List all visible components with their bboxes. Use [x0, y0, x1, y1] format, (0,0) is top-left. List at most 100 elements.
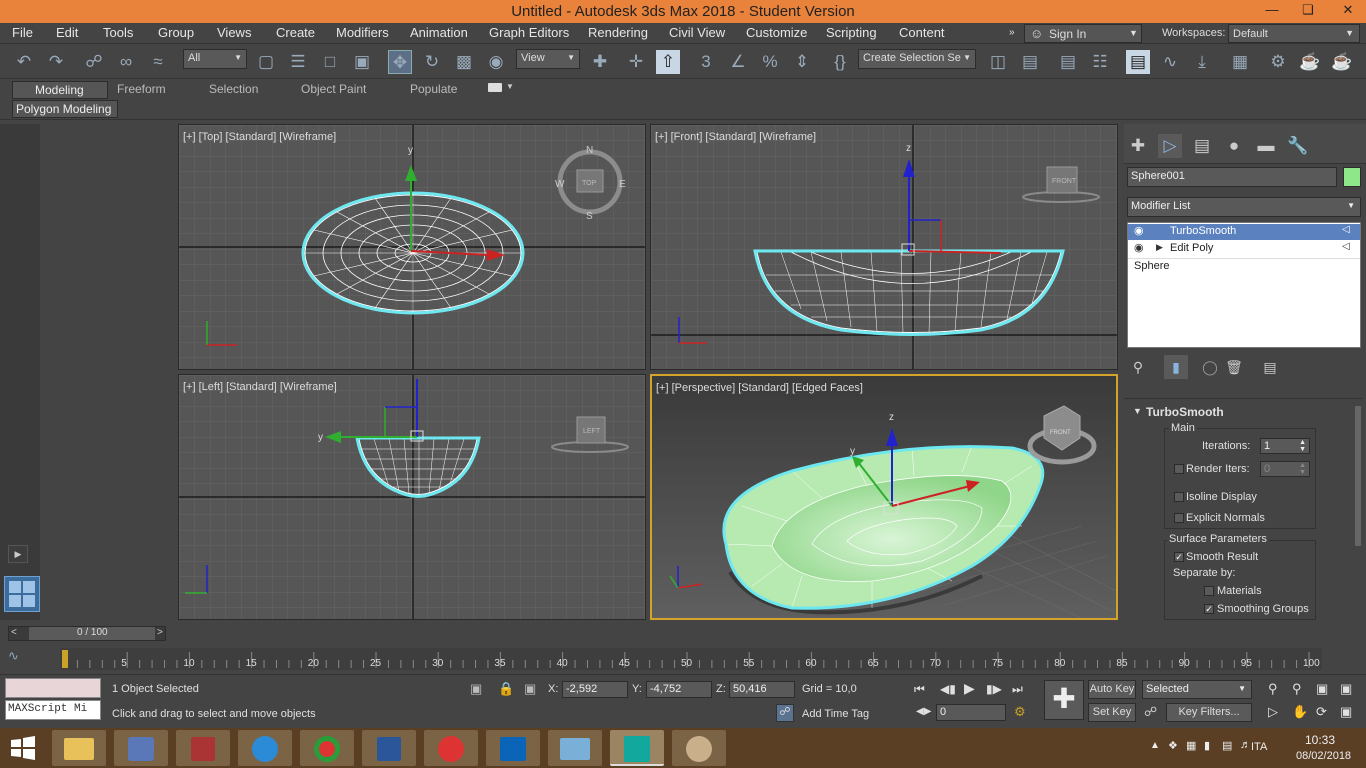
materials-checkbox[interactable] — [1204, 586, 1214, 596]
menu-animation[interactable]: Animation — [410, 25, 468, 40]
field-of-view-icon[interactable]: ▷ — [1268, 704, 1278, 720]
remove-modifier-icon[interactable]: 🗑 — [1222, 355, 1246, 379]
create-tab-icon[interactable]: ✚ — [1126, 134, 1150, 158]
workspaces-dropdown[interactable]: Default ▼ — [1228, 24, 1360, 43]
modifier-toggle-icon[interactable]: ◁ — [1342, 241, 1350, 252]
viewport-front[interactable]: z FRONT [+] [Front] [Standard] [Wirefram… — [650, 124, 1118, 370]
zoom-extents-all-icon[interactable]: ▣ — [1340, 681, 1352, 697]
select-object-icon[interactable]: ▢ — [254, 50, 278, 74]
tray-dropbox-icon[interactable]: ❖ — [1168, 739, 1178, 752]
viewport-front-label[interactable]: [+] [Front] [Standard] [Wireframe] — [655, 131, 816, 143]
menu-create[interactable]: Create — [276, 25, 315, 40]
mirror-icon[interactable]: ◫ — [986, 50, 1010, 74]
bind-spacewarp-icon[interactable]: ≈ — [146, 50, 170, 74]
taskbar-chrome-icon[interactable] — [300, 730, 354, 766]
zoom-icon[interactable]: ⚲ — [1268, 681, 1278, 697]
command-panel-scrollbar[interactable] — [1355, 406, 1361, 546]
z-coord-field[interactable]: 50,416 — [729, 681, 795, 698]
signin-button[interactable]: ☺ Sign In ▼ — [1024, 24, 1142, 43]
current-frame-field[interactable]: 0 — [936, 704, 1006, 721]
placement-icon[interactable]: ◉ — [484, 50, 508, 74]
show-end-result-icon[interactable]: ▮ — [1164, 355, 1188, 379]
maximize-viewport-icon[interactable]: ▣ — [1340, 704, 1352, 720]
trackbar[interactable]: 5 10 15 20 25 30 35 40 45 50 55 60 65 70 75 80 85 90 95 100 — [60, 648, 1322, 670]
pin-stack-icon[interactable]: ⚲ — [1126, 355, 1150, 379]
taskbar-photos-icon[interactable] — [548, 730, 602, 766]
display-tab-icon[interactable]: ▬ — [1254, 134, 1278, 158]
rect-region-icon[interactable]: □ — [318, 50, 342, 74]
tray-date[interactable]: 08/02/2018 — [1296, 750, 1351, 762]
redo-icon[interactable]: ↷ — [44, 50, 68, 74]
taskbar-power-icon[interactable] — [424, 730, 478, 766]
render-iters-checkbox[interactable] — [1174, 464, 1184, 474]
expand-arrow-icon[interactable]: ▶ — [1156, 242, 1163, 253]
play-icon[interactable]: ▶ — [8, 545, 28, 563]
modifier-toggle-icon[interactable]: ◁ — [1342, 224, 1350, 235]
make-unique-icon[interactable]: ◯ — [1198, 355, 1222, 379]
viewport-perspective[interactable]: z y FRONT [+] [Perspective] [Standard] [… — [650, 374, 1118, 620]
schematic-view-icon[interactable]: ⤓ — [1190, 50, 1214, 74]
window-crossing-icon[interactable]: ▣ — [350, 50, 374, 74]
viewport-left-label[interactable]: [+] [Left] [Standard] [Wireframe] — [183, 381, 337, 393]
time-slider-prev-icon[interactable]: < — [11, 627, 17, 638]
tab-freeform[interactable]: Freeform — [117, 82, 166, 96]
overflow-chevron-icon[interactable]: » — [1009, 27, 1015, 38]
taskbar-app-icon[interactable] — [114, 730, 168, 766]
absolute-mode-icon[interactable]: ▣ — [524, 681, 536, 697]
undo-icon[interactable]: ↶ — [12, 50, 36, 74]
windows-start-icon[interactable] — [8, 734, 38, 762]
viewport-layout-button[interactable] — [4, 576, 40, 612]
menu-edit[interactable]: Edit — [56, 25, 78, 40]
isoline-checkbox[interactable] — [1174, 492, 1184, 502]
collapse-arrow-icon[interactable]: ▼ — [1133, 406, 1142, 416]
iterations-spinner[interactable]: 1 ▲ ▼ — [1260, 438, 1310, 454]
time-config-icon[interactable]: ⚙ — [1014, 704, 1026, 720]
auto-key-button[interactable]: Auto Key — [1088, 680, 1136, 699]
configure-sets-icon[interactable]: ▤ — [1258, 355, 1282, 379]
isolate-selection-icon[interactable]: ▣ — [470, 681, 482, 697]
select-by-name-icon[interactable]: ☰ — [286, 50, 310, 74]
tab-object-paint[interactable]: Object Paint — [301, 82, 366, 96]
time-slider[interactable]: < 0 / 100 > — [8, 626, 166, 641]
scene-explorer-icon[interactable]: ▤ — [1056, 50, 1080, 74]
maxscript-mini-listener[interactable]: MAXScript Mi — [5, 700, 101, 720]
taskbar-ie-icon[interactable] — [238, 730, 292, 766]
taskbar-paint-icon[interactable] — [672, 730, 726, 766]
layer-explorer-icon[interactable]: ☷ — [1088, 50, 1112, 74]
selection-filter-dropdown[interactable]: All ▼ — [183, 49, 247, 69]
menu-civil-view[interactable]: Civil View — [669, 25, 725, 40]
align-icon[interactable]: ▤ — [1018, 50, 1042, 74]
add-time-tag-label[interactable]: Add Time Tag — [802, 708, 869, 720]
tab-populate[interactable]: Populate — [410, 82, 457, 96]
viewport-perspective-label[interactable]: [+] [Perspective] [Standard] [Edged Face… — [656, 382, 863, 394]
menu-scripting[interactable]: Scripting — [826, 25, 877, 40]
close-button[interactable]: ✕ — [1330, 0, 1366, 22]
curve-editor-mini-icon[interactable]: ∿ — [8, 648, 38, 670]
motion-tab-icon[interactable]: ● — [1222, 134, 1246, 158]
menu-graph-editors[interactable]: Graph Editors — [489, 25, 569, 40]
viewport-top[interactable]: y TOP N S W E [+] [Top] [Standard] [Wire… — [178, 124, 646, 370]
taskbar-file-explorer-icon[interactable] — [52, 730, 106, 766]
tab-modeling[interactable]: Modeling — [12, 81, 108, 99]
keyboard-shortcut-icon[interactable]: ⇧ — [656, 50, 680, 74]
ribbon-toggle-icon[interactable]: ▤ — [1126, 50, 1150, 74]
tray-battery-icon[interactable]: ▮ — [1204, 739, 1210, 752]
goto-end-icon[interactable]: ⏭ — [1012, 682, 1023, 697]
zoom-all-icon[interactable]: ⚲ — [1292, 681, 1302, 697]
menu-customize[interactable]: Customize — [746, 25, 807, 40]
tray-volume-icon[interactable]: ♬ — [1240, 739, 1251, 751]
time-tag-icon[interactable]: ☍ — [776, 704, 794, 722]
turbosmooth-rollout-title[interactable]: TurboSmooth — [1146, 405, 1224, 419]
minimize-button[interactable]: — — [1254, 0, 1290, 22]
restore-button[interactable]: ❏ — [1290, 0, 1326, 22]
modify-tab-icon[interactable]: ▷ — [1158, 134, 1182, 158]
key-filters-button[interactable]: Key Filters... — [1166, 703, 1252, 722]
hierarchy-tab-icon[interactable]: ▤ — [1190, 134, 1214, 158]
material-editor-icon[interactable]: ▦ — [1228, 50, 1252, 74]
snaps-toggle-icon[interactable]: 3 — [694, 50, 718, 74]
link-icon[interactable]: ☍ — [82, 50, 106, 74]
named-selection-dropdown[interactable]: Create Selection Se ▼ — [858, 49, 976, 69]
scale-icon[interactable]: ▩ — [452, 50, 476, 74]
render-production-icon[interactable]: ☕ — [1330, 50, 1354, 74]
orbit-icon[interactable]: ⟳ — [1316, 704, 1327, 720]
